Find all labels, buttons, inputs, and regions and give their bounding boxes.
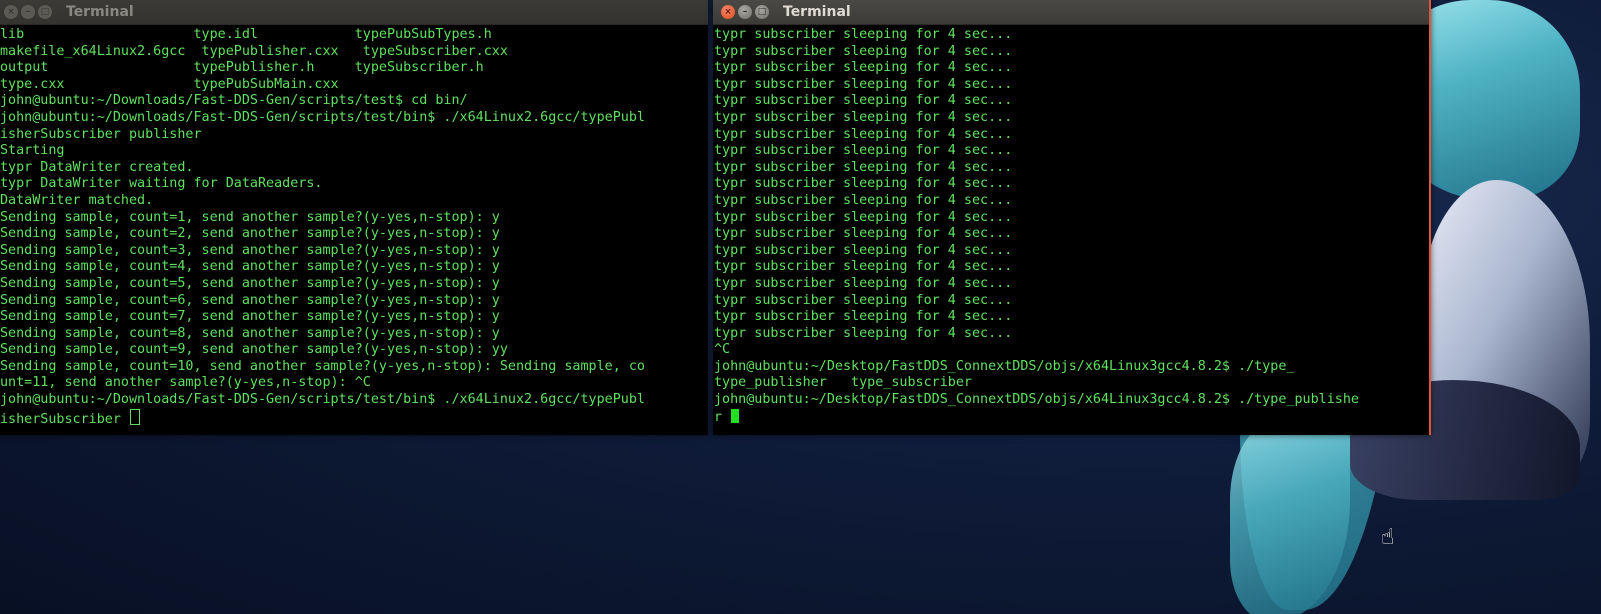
terminal-line: makefile_x64Linux2.6gcc typePublisher.cx… (0, 43, 508, 59)
terminal-window-right[interactable]: × – □ Terminal typr subscriber sleeping … (713, 0, 1431, 435)
terminal-line: lib type.idl typePubSubTypes.h (0, 27, 492, 42)
terminal-line: typr DataWriter waiting for DataReaders. (0, 176, 323, 192)
terminal-line: Sending sample, count=5, send another sa… (0, 275, 500, 291)
terminal-line: typr subscriber sleeping for 4 sec... (714, 192, 1013, 208)
terminal-line: type.cxx typePubSubMain.cxx (0, 76, 339, 92)
terminal-line: john@ubuntu:~/Desktop/FastDDS_ConnextDDS… (714, 358, 1295, 374)
terminal-line: isherSubscriber publisher (0, 126, 202, 142)
terminal-line: typr subscriber sleeping for 4 sec... (714, 325, 1013, 341)
terminal-line: ^C (714, 342, 731, 358)
titlebar-right[interactable]: × – □ Terminal (713, 0, 1429, 25)
terminal-line: typr subscriber sleeping for 4 sec... (714, 159, 1013, 175)
titlebar-left[interactable]: × – □ Terminal (0, 0, 708, 25)
terminal-line: Sending sample, count=2, send another sa… (0, 226, 500, 242)
maximize-button[interactable]: □ (38, 5, 52, 19)
terminal-line: Sending sample, count=3, send another sa… (0, 242, 500, 258)
terminal-line: typr subscriber sleeping for 4 sec... (714, 259, 1013, 275)
terminal-line: Sending sample, count=6, send another sa… (0, 292, 500, 308)
terminal-line: john@ubuntu:~/Downloads/Fast-DDS-Gen/scr… (0, 93, 468, 109)
terminal-line: typr subscriber sleeping for 4 sec... (714, 109, 1013, 125)
terminal-prompt-line[interactable]: isherSubscriber (0, 408, 708, 427)
minimize-button[interactable]: – (21, 5, 35, 19)
terminal-line: typr subscriber sleeping for 4 sec... (714, 309, 1013, 325)
terminal-output-left[interactable]: lib type.idl typePubSubTypes.h makefile_x… (0, 25, 708, 433)
terminal-window-left[interactable]: × – □ Terminal lib type.idl typePubSubTy… (0, 0, 708, 435)
terminal-line: Starting (0, 143, 65, 159)
terminal-line: typr subscriber sleeping for 4 sec... (714, 275, 1013, 291)
terminal-line: typr subscriber sleeping for 4 sec... (714, 143, 1013, 159)
close-button[interactable]: × (4, 5, 18, 19)
terminal-line: typr subscriber sleeping for 4 sec... (714, 43, 1013, 59)
hand-pointer-icon: ☝ (1381, 525, 1395, 550)
terminal-line: typr subscriber sleeping for 4 sec... (714, 226, 1013, 242)
terminal-line: typr subscriber sleeping for 4 sec... (714, 126, 1013, 142)
terminal-line: typr subscriber sleeping for 4 sec... (714, 176, 1013, 192)
terminal-line: john@ubuntu:~/Desktop/FastDDS_ConnextDDS… (714, 392, 1359, 408)
terminal-line: unt=11, send another sample?(y-yes,n-sto… (0, 375, 371, 391)
terminal-input-text: r (714, 409, 731, 425)
terminal-line: john@ubuntu:~/Downloads/Fast-DDS-Gen/scr… (0, 392, 645, 408)
window-title: Terminal (66, 4, 134, 20)
text-cursor (130, 408, 140, 425)
terminal-line: typr subscriber sleeping for 4 sec... (714, 93, 1013, 109)
terminal-line: Sending sample, count=1, send another sa… (0, 209, 500, 225)
minimize-button[interactable]: – (738, 5, 752, 19)
terminal-line: Sending sample, count=7, send another sa… (0, 309, 500, 325)
terminal-prompt-line[interactable]: r (714, 408, 1429, 426)
terminal-line: typr subscriber sleeping for 4 sec... (714, 242, 1013, 258)
terminal-line: typr subscriber sleeping for 4 sec... (714, 27, 1013, 42)
terminal-line: typr subscriber sleeping for 4 sec... (714, 209, 1013, 225)
maximize-button[interactable]: □ (755, 5, 769, 19)
terminal-line: john@ubuntu:~/Downloads/Fast-DDS-Gen/scr… (0, 109, 645, 125)
terminal-line: Sending sample, count=4, send another sa… (0, 259, 500, 275)
terminal-input-text: isherSubscriber (0, 411, 129, 427)
terminal-line: Sending sample, count=10, send another s… (0, 358, 645, 374)
terminal-output-right[interactable]: typr subscriber sleeping for 4 sec... typ… (713, 25, 1429, 433)
text-cursor (731, 408, 740, 423)
close-button[interactable]: × (721, 5, 735, 19)
terminal-line: Sending sample, count=9, send another sa… (0, 342, 508, 358)
terminal-line: DataWriter matched. (0, 192, 154, 208)
terminal-line: type_publisher type_subscriber (714, 375, 972, 391)
terminal-line: output typePublisher.h typeSubscriber.h (0, 60, 484, 76)
terminal-line: typr subscriber sleeping for 4 sec... (714, 292, 1013, 308)
terminal-line: typr DataWriter created. (0, 159, 194, 175)
terminal-line: Sending sample, count=8, send another sa… (0, 325, 500, 341)
window-title: Terminal (783, 4, 851, 20)
terminal-line: typr subscriber sleeping for 4 sec... (714, 76, 1013, 92)
terminal-line: typr subscriber sleeping for 4 sec... (714, 60, 1013, 76)
